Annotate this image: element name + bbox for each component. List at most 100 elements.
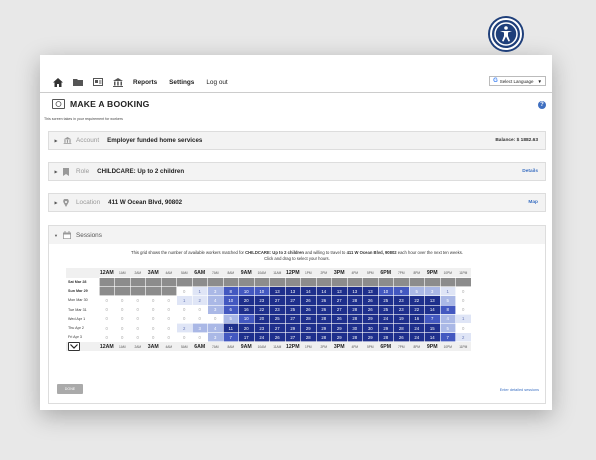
hour-cell[interactable] bbox=[455, 276, 472, 288]
hour-cell[interactable]: 13 bbox=[346, 286, 363, 297]
hour-cell[interactable]: 0 bbox=[98, 322, 115, 334]
hour-cell[interactable]: 6 bbox=[222, 304, 239, 315]
hour-cell[interactable]: 0 bbox=[145, 332, 162, 343]
hour-cell[interactable]: 27 bbox=[284, 313, 301, 324]
hour-cell[interactable]: 0 bbox=[129, 313, 146, 324]
hour-cell[interactable]: 14 bbox=[300, 286, 317, 297]
hour-cell[interactable] bbox=[284, 276, 301, 288]
hour-cell[interactable]: 10 bbox=[238, 313, 255, 324]
hour-cell[interactable]: 27 bbox=[284, 332, 301, 343]
hour-cell[interactable]: 28 bbox=[346, 295, 363, 306]
hour-cell[interactable]: 9 bbox=[393, 286, 410, 297]
home-icon[interactable] bbox=[53, 77, 63, 87]
hour-cell[interactable] bbox=[362, 276, 379, 288]
hour-cell[interactable]: 24 bbox=[377, 313, 394, 324]
hour-cell[interactable]: 24 bbox=[253, 332, 270, 343]
hour-cell[interactable]: 0 bbox=[160, 332, 177, 343]
hour-cell[interactable]: 27 bbox=[284, 295, 301, 306]
hour-cell[interactable]: 26 bbox=[315, 295, 332, 306]
hour-cell[interactable]: 14 bbox=[424, 304, 441, 315]
hour-cell[interactable] bbox=[408, 276, 425, 288]
hour-cell[interactable]: 3 bbox=[191, 322, 208, 334]
hour-cell[interactable]: 5 bbox=[222, 313, 239, 324]
hour-cell[interactable] bbox=[145, 276, 162, 288]
hour-cell[interactable] bbox=[300, 276, 317, 288]
hour-cell[interactable]: 1 bbox=[191, 286, 208, 297]
nav-logout[interactable]: Log out bbox=[206, 79, 227, 86]
hour-cell[interactable] bbox=[439, 276, 456, 288]
hour-cell[interactable]: 26 bbox=[300, 295, 317, 306]
hour-cell[interactable] bbox=[191, 276, 208, 288]
details-link[interactable]: Details bbox=[522, 169, 538, 174]
location-panel[interactable]: ▶ Location 411 W Ocean Blvd, 90802 Map bbox=[48, 193, 546, 212]
hour-cell[interactable]: 24 bbox=[408, 332, 425, 343]
hour-cell[interactable]: 0 bbox=[145, 313, 162, 324]
hour-cell[interactable]: 29 bbox=[377, 322, 394, 334]
hour-cell[interactable]: 8 bbox=[439, 304, 456, 315]
expand-caret-icon[interactable]: ▶ bbox=[49, 200, 63, 205]
hour-cell[interactable]: 27 bbox=[331, 304, 348, 315]
hour-cell[interactable]: 0 bbox=[98, 304, 115, 315]
hour-cell[interactable] bbox=[160, 286, 177, 297]
hour-cell[interactable]: 29 bbox=[284, 322, 301, 334]
hour-cell[interactable]: 0 bbox=[129, 304, 146, 315]
hour-cell[interactable]: 28 bbox=[300, 313, 317, 324]
hour-cell[interactable]: 26 bbox=[315, 304, 332, 315]
hour-cell[interactable]: 23 bbox=[393, 304, 410, 315]
hour-cell[interactable]: 0 bbox=[455, 322, 472, 334]
hour-cell[interactable]: 29 bbox=[362, 313, 379, 324]
hour-cell[interactable]: 23 bbox=[393, 295, 410, 306]
scroll-down-cell[interactable] bbox=[66, 341, 99, 352]
hour-cell[interactable]: 22 bbox=[408, 295, 425, 306]
hour-cell[interactable]: 0 bbox=[160, 304, 177, 315]
hour-cell[interactable]: 2 bbox=[176, 322, 193, 334]
hour-cell[interactable] bbox=[98, 286, 115, 297]
availability-grid[interactable]: 12AM 1AM 2AM 3AM 4AM 5AM 6AM 7AM 8AM 9AM 10AM 11AM 1… bbox=[66, 268, 472, 352]
hour-cell[interactable]: 0 bbox=[98, 332, 115, 343]
hour-cell[interactable]: 0 bbox=[98, 295, 115, 306]
hour-cell[interactable]: 1 bbox=[439, 286, 456, 297]
hour-cell[interactable]: 0 bbox=[176, 286, 193, 297]
hour-cell[interactable]: 5 bbox=[408, 286, 425, 297]
hour-cell[interactable] bbox=[160, 276, 177, 288]
hour-cell[interactable]: 29 bbox=[331, 322, 348, 334]
hour-cell[interactable] bbox=[145, 286, 162, 297]
hour-cell[interactable] bbox=[424, 276, 441, 288]
hour-cell[interactable]: 20 bbox=[238, 322, 255, 334]
hour-cell[interactable]: 13 bbox=[269, 286, 286, 297]
role-panel[interactable]: ▶ Role CHILDCARE: Up to 2 children Detai… bbox=[48, 162, 546, 181]
hour-cell[interactable]: 23 bbox=[253, 295, 270, 306]
hour-cell[interactable]: 3 bbox=[207, 304, 224, 315]
hour-cell[interactable]: 0 bbox=[114, 332, 131, 343]
hour-cell[interactable]: 28 bbox=[300, 332, 317, 343]
hour-cell[interactable]: 25 bbox=[377, 295, 394, 306]
hour-cell[interactable]: 0 bbox=[176, 313, 193, 324]
hour-cell[interactable]: 0 bbox=[191, 304, 208, 315]
hour-cell[interactable]: 26 bbox=[300, 304, 317, 315]
hour-cell[interactable]: 29 bbox=[300, 322, 317, 334]
hour-cell[interactable]: 27 bbox=[331, 295, 348, 306]
hour-cell[interactable]: 7 bbox=[424, 313, 441, 324]
hour-cell[interactable]: 0 bbox=[114, 322, 131, 334]
hour-cell[interactable]: 27 bbox=[269, 322, 286, 334]
chevron-down-icon[interactable] bbox=[68, 342, 80, 352]
hour-cell[interactable]: 28 bbox=[315, 313, 332, 324]
hour-cell[interactable]: 27 bbox=[269, 295, 286, 306]
hour-cell[interactable]: 0 bbox=[114, 304, 131, 315]
hour-cell[interactable]: 0 bbox=[114, 295, 131, 306]
hour-cell[interactable]: 0 bbox=[145, 295, 162, 306]
account-panel[interactable]: ▶ Account Employer funded home services … bbox=[48, 131, 546, 150]
hour-cell[interactable]: 20 bbox=[238, 295, 255, 306]
hour-cell[interactable]: 13 bbox=[284, 286, 301, 297]
hour-cell[interactable]: 16 bbox=[238, 304, 255, 315]
hour-cell[interactable]: 0 bbox=[145, 304, 162, 315]
help-icon[interactable]: ? bbox=[538, 101, 546, 109]
hour-cell[interactable]: 0 bbox=[160, 322, 177, 334]
hour-cell[interactable] bbox=[98, 276, 115, 288]
hour-cell[interactable]: 0 bbox=[129, 322, 146, 334]
hour-cell[interactable]: 26 bbox=[331, 313, 348, 324]
hour-cell[interactable]: 29 bbox=[315, 322, 332, 334]
hour-cell[interactable]: 11 bbox=[222, 322, 239, 334]
hour-cell[interactable] bbox=[393, 276, 410, 288]
hour-cell[interactable]: 0 bbox=[129, 295, 146, 306]
